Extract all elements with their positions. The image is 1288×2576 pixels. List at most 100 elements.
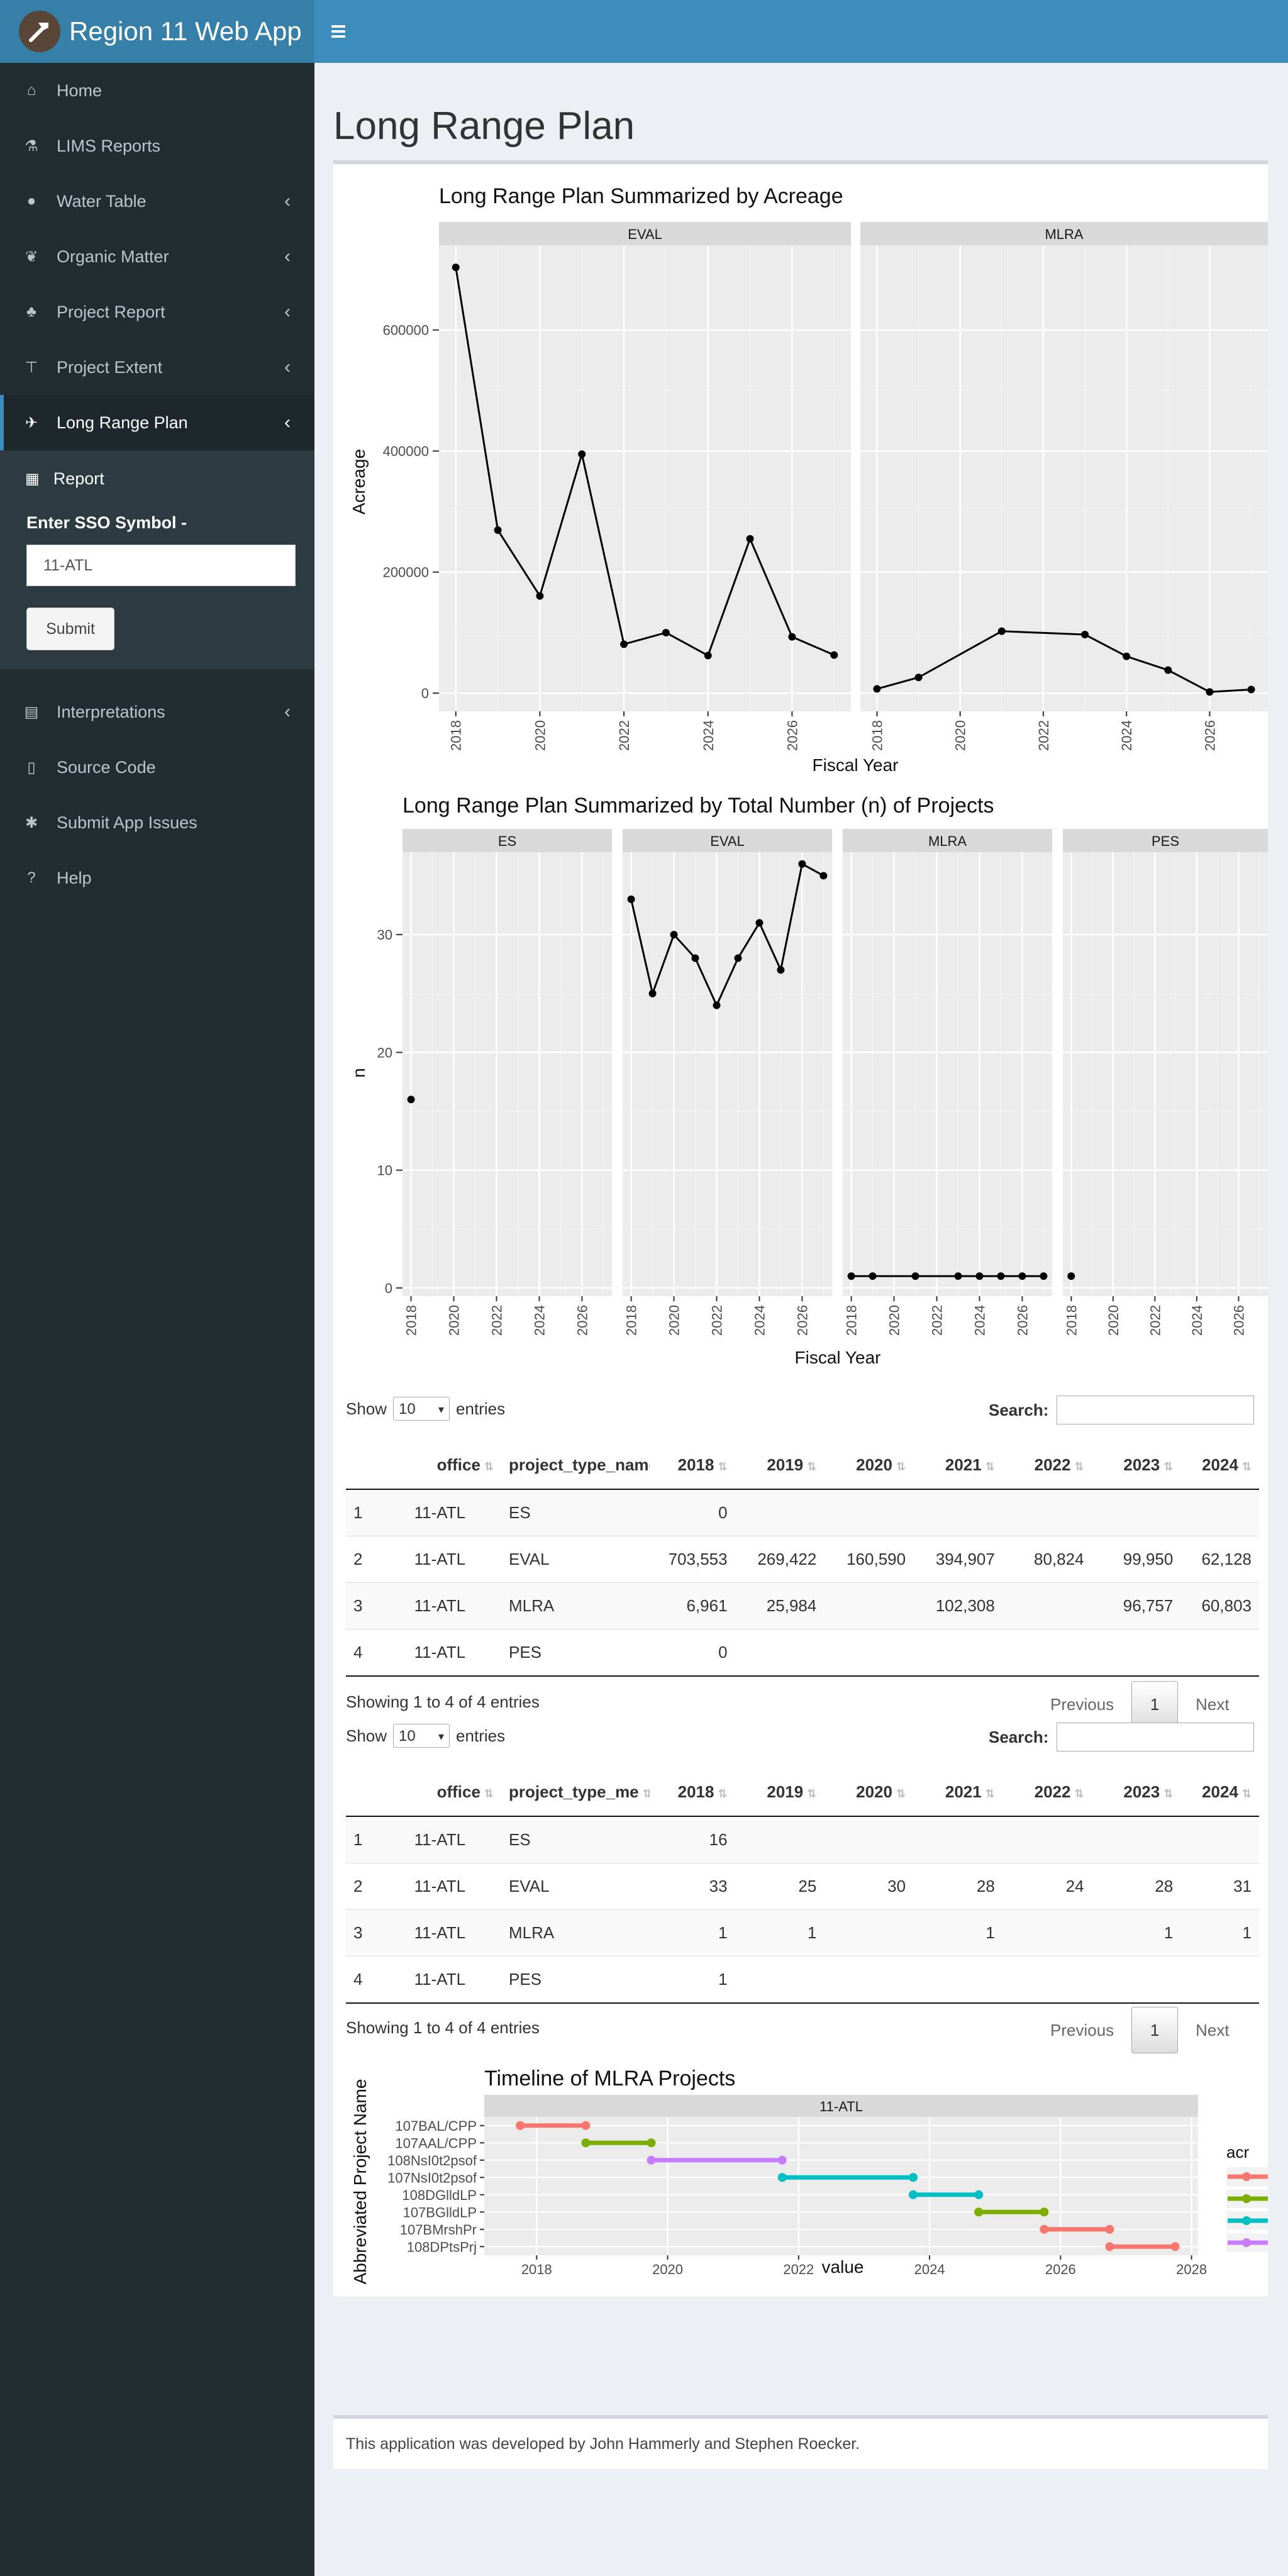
table-row[interactable]: 2 11-ATL EVAL 703,553 269,422 160,590 394,907 8… [346,1536,1259,1583]
previous-button[interactable]: Previous [1050,1695,1114,1714]
column-header[interactable]: project_type_name⇅ [501,1441,650,1490]
data-point [1164,666,1172,674]
column-header[interactable]: office ⇅ [406,1441,501,1490]
column-header[interactable]: office ⇅ [406,1768,501,1817]
panel-background [1063,852,1268,1296]
column-header[interactable]: project_type_me ⇅ [501,1768,650,1817]
table-cell: 25 [735,1863,824,1910]
column-header[interactable] [346,1768,407,1817]
data-point [1206,688,1214,696]
data-point [407,1096,415,1104]
sort-icon: ⇅ [1163,1787,1174,1800]
sidebar-item-long-range-plan[interactable]: ✈ Long Range Plan ‹ [0,395,314,450]
top-navbar: Region 11 Web App [0,0,1288,63]
column-header[interactable] [346,1441,407,1490]
column-header-label: 2019 [767,1782,804,1801]
column-header[interactable]: 2021 ⇅ [913,1441,1002,1490]
table-row[interactable]: 1 11-ATL ES 16 [346,1816,1259,1863]
entries-select[interactable]: 10 ▾ [393,1724,450,1748]
table-row[interactable]: 4 11-ATL PES 0 [346,1629,1259,1677]
table-cell [1091,1629,1181,1677]
facet-label: EVAL [710,833,745,849]
x-tick-label: 2020 [953,720,969,751]
table-cell: 3 [346,1909,407,1957]
next-button[interactable]: Next [1196,1695,1229,1714]
sidebar-item-interpretations[interactable]: ▤ Interpretations ‹ [0,684,314,740]
sidebar-item-source-code[interactable]: ▯ Source Code [0,740,314,795]
table-row[interactable]: 4 11-ATL PES 1 [346,1956,1259,2004]
sidebar-item-lims-reports[interactable]: ⚗ LIMS Reports [0,118,314,174]
sidebar-item-organic-matter[interactable]: ❦ Organic Matter ‹ [0,229,314,284]
column-header[interactable]: 2020 ⇅ [824,1768,914,1817]
column-header[interactable]: 2019 ⇅ [735,1768,824,1817]
chart-title: Long Range Plan Summarized by Acreage [439,184,843,208]
sso-symbol-input[interactable] [26,545,296,586]
sso-input-label: Enter SSO Symbol - [26,513,187,532]
table-cell: 2 [346,1536,407,1583]
table-cell [913,1629,1002,1677]
entries-select[interactable]: 10 ▾ [393,1397,450,1421]
sidebar-toggle[interactable] [330,19,349,44]
table-row[interactable]: 3 11-ATL MLRA 6,961 25,984 102,308 96,757 60,80… [346,1582,1259,1629]
table1-search-input[interactable] [1057,1396,1254,1424]
column-header[interactable]: 2024 ⇅ [1180,1768,1259,1817]
sort-icon: ⇅ [718,1460,728,1473]
y-tick-label: 200000 [383,565,429,580]
table-row[interactable]: 2 11-ATL EVAL 33 25 30 28 24 28 31 [346,1863,1259,1910]
data-point [873,685,881,693]
submenu-item-report[interactable]: ▦ Report [25,457,104,501]
x-axis-label: value [822,2257,864,2277]
column-header[interactable]: 2024 ⇅ [1180,1441,1259,1490]
column-header[interactable]: 2023 ⇅ [1091,1768,1181,1817]
y-tick-label: 30 [377,927,392,943]
table-row[interactable]: 1 11-ATL ES 0 [346,1489,1259,1536]
y-tick-label: 107AAL/CPP [395,2135,477,2151]
column-header-label: 2022 [1034,1782,1071,1801]
sidebar-item-project-extent[interactable]: ⊤ Project Extent ‹ [0,340,314,395]
column-header[interactable]: 2023 ⇅ [1091,1441,1181,1490]
column-header[interactable]: 2018 ⇅ [650,1441,735,1490]
table-cell [824,1956,914,2004]
y-tick-label: 10 [377,1163,392,1179]
table-cell [1180,1956,1259,2004]
submit-button[interactable]: Submit [26,608,114,650]
column-header[interactable]: 2020 ⇅ [824,1441,914,1490]
sidebar-item-water-table[interactable]: ● Water Table ‹ [0,174,314,229]
y-tick-label: 0 [421,686,429,701]
column-header-label: 2023 [1123,1782,1160,1801]
entries-select-value: 10 [399,1728,416,1745]
next-button[interactable]: Next [1196,2021,1229,2040]
table-cell: 1 [1180,1909,1259,1957]
previous-button[interactable]: Previous [1050,2021,1114,2040]
column-header[interactable]: 2019 ⇅ [735,1441,824,1490]
legend-title: acr [1226,2143,1249,2162]
column-header[interactable]: 2021 ⇅ [913,1768,1002,1817]
table1-info: Showing 1 to 4 of 4 entries [346,1692,540,1711]
page-1-button[interactable]: 1 [1131,2007,1179,2053]
legend-key-point [1242,2172,1251,2181]
sidebar-item-submit-app-issues[interactable]: ✱ Submit App Issues [0,795,314,850]
sidebar-item-home[interactable]: ⌂ Home [0,63,314,118]
question-icon: ? [27,869,36,886]
x-tick-label: 2018 [521,2262,552,2277]
footer: This application was developed by John H… [333,2415,1268,2469]
table2-search-input[interactable] [1057,1723,1254,1752]
app-logo[interactable]: Region 11 Web App [0,0,314,63]
table-cell: 28 [913,1863,1002,1910]
table-row[interactable]: 3 11-ATL MLRA 1 1 1 1 1 [346,1909,1259,1957]
column-header[interactable]: 2022 ⇅ [1002,1441,1092,1490]
table-cell: EVAL [501,1536,650,1583]
column-header[interactable]: 2022 ⇅ [1002,1768,1092,1817]
sidebar-item-help[interactable]: ? Help [0,850,314,906]
table-cell: ES [501,1816,650,1863]
x-tick-label: 2020 [532,720,548,751]
page-1-button[interactable]: 1 [1131,1681,1179,1728]
table-cell: 30 [824,1863,914,1910]
table-cell: 3 [346,1582,407,1629]
column-header[interactable]: 2018 ⇅ [650,1768,735,1817]
data-point [997,627,1006,635]
sort-icon: ⇅ [718,1787,728,1800]
column-header-label: 2024 [1202,1455,1238,1474]
x-tick-label: 2026 [784,720,800,751]
sidebar-item-project-report[interactable]: ♣ Project Report ‹ [0,284,314,340]
